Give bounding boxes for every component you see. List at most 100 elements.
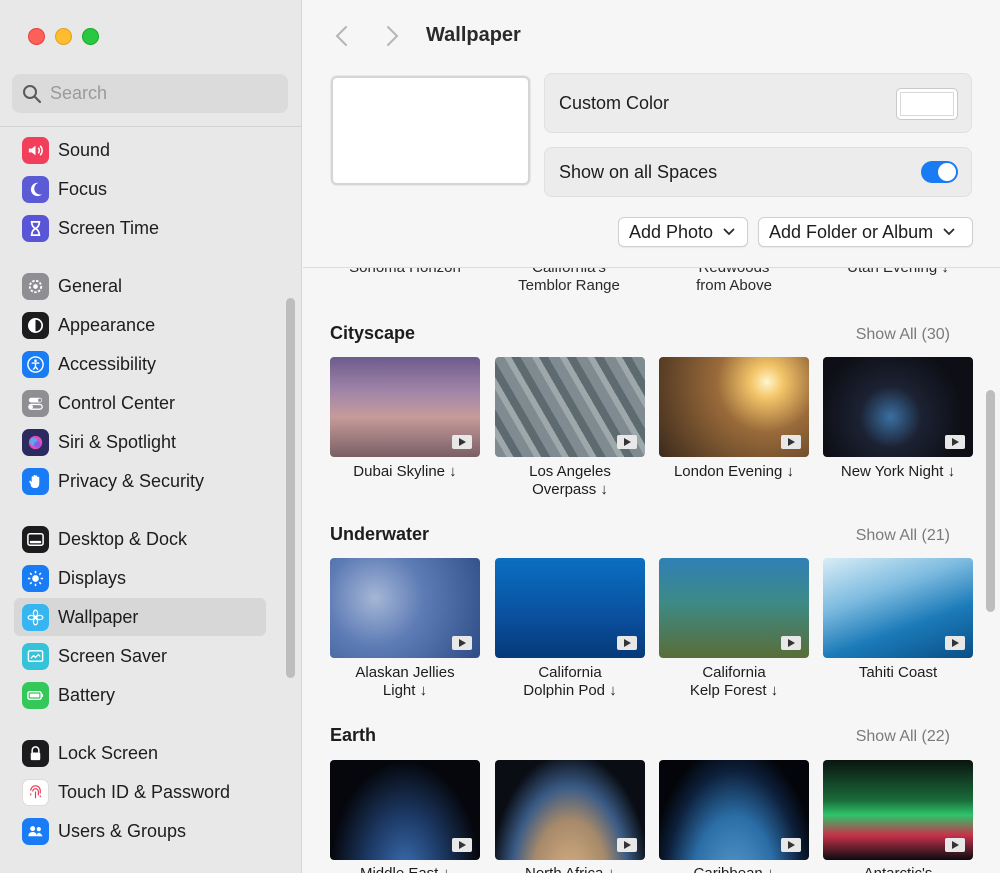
sidebar-item-lock-screen[interactable]: Lock Screen	[14, 734, 266, 772]
tile-caption[interactable]: California's Temblor Range	[494, 268, 644, 295]
battery-icon	[22, 681, 49, 709]
wallpaper-tile-caribbean[interactable]	[659, 760, 809, 860]
sidebar-divider	[0, 126, 302, 127]
wallpaper-tile-antarctic[interactable]	[823, 760, 973, 860]
search-icon	[23, 84, 42, 103]
section-title-earth: Earth	[330, 725, 377, 745]
minimize-window-button[interactable]	[55, 28, 72, 45]
add-folder-album-label: Add Folder or Album	[769, 221, 934, 242]
search-field[interactable]	[12, 74, 288, 113]
sidebar-item-privacy-security[interactable]: Privacy & Security	[14, 462, 266, 500]
sidebar-item-screen-time[interactable]: Screen Time	[14, 209, 266, 247]
zoom-window-button[interactable]	[82, 28, 99, 45]
sidebar-item-focus[interactable]: Focus	[14, 170, 266, 208]
search-input[interactable]	[50, 83, 270, 104]
tile-caption: Los Angeles Overpass ↓	[529, 463, 611, 498]
video-badge-icon	[945, 636, 965, 650]
video-badge-icon	[617, 636, 637, 650]
sun-icon	[22, 564, 49, 592]
wallpaper-tile-london-evening[interactable]	[659, 357, 809, 457]
sidebar-item-siri-spotlight[interactable]: Siri & Spotlight	[14, 423, 266, 461]
add-photo-button[interactable]: Add Photo	[618, 217, 748, 247]
wallpaper-tile-alaskan-jellies[interactable]	[330, 558, 480, 658]
wallpaper-tile-new-york-night[interactable]	[823, 357, 973, 457]
sidebar-item-wallpaper[interactable]: Wallpaper	[14, 598, 266, 636]
hand-icon	[22, 467, 49, 495]
fingerprint-icon	[22, 778, 49, 806]
chevron-left-icon	[335, 26, 347, 46]
section-title-underwater: Underwater	[330, 524, 430, 544]
show-all-underwater-button[interactable]: Show All (21)	[856, 527, 950, 545]
sidebar-item-control-center[interactable]: Control Center	[14, 384, 266, 422]
tile-caption: Antarctic's	[823, 865, 973, 873]
video-badge-icon	[617, 838, 637, 852]
chevron-down-icon	[723, 228, 735, 236]
sidebar-item-label: Desktop & Dock	[58, 528, 188, 549]
video-badge-icon	[945, 838, 965, 852]
sidebar-item-label: Battery	[58, 684, 116, 705]
moon-icon	[22, 175, 49, 203]
wallpaper-tile-dolphin-pod[interactable]	[495, 558, 645, 658]
users-icon	[22, 817, 49, 845]
show-all-earth-button[interactable]: Show All (22)	[856, 728, 950, 746]
sidebar-item-label: Wallpaper	[58, 606, 139, 627]
video-badge-icon	[452, 838, 472, 852]
wallpaper-tile-kelp-forest[interactable]	[659, 558, 809, 658]
sidebar-item-label: Touch ID & Password	[58, 781, 231, 802]
add-photo-label: Add Photo	[629, 221, 714, 242]
tile-caption[interactable]: Redwoods from Above	[659, 268, 809, 295]
sidebar-item-label: Control Center	[58, 392, 176, 413]
video-badge-icon	[781, 838, 801, 852]
flower-icon	[22, 603, 49, 631]
forward-button[interactable]	[380, 24, 404, 48]
color-well-button[interactable]	[896, 88, 958, 120]
back-button[interactable]	[330, 24, 354, 48]
tile-caption: Dubai Skyline ↓	[353, 463, 457, 480]
wallpaper-tile-middle-east[interactable]	[330, 760, 480, 860]
sidebar-item-label: Privacy & Security	[58, 470, 205, 491]
close-window-button[interactable]	[28, 28, 45, 45]
sidebar-item-label: Focus	[58, 178, 108, 199]
show-all-cityscape-button[interactable]: Show All (30)	[856, 326, 950, 344]
dock-icon	[22, 525, 49, 553]
sidebar-item-desktop-dock[interactable]: Desktop & Dock	[14, 520, 266, 558]
main-pane: Wallpaper Custom Color Show on all Space…	[303, 0, 1000, 873]
sidebar-item-screen-saver[interactable]: Screen Saver	[14, 637, 266, 675]
window-controls	[28, 28, 99, 45]
sidebar-item-label: Displays	[58, 567, 127, 588]
add-folder-album-button[interactable]: Add Folder or Album	[758, 217, 973, 247]
sidebar-item-users-groups[interactable]: Users & Groups	[14, 812, 266, 850]
sidebar-item-label: Users & Groups	[58, 820, 187, 841]
wallpaper-tile-dubai-skyline[interactable]	[330, 357, 480, 457]
sidebar-item-label: Siri & Spotlight	[58, 431, 177, 452]
custom-color-label: Custom Color	[559, 92, 670, 113]
wallpaper-tile-north-africa[interactable]	[495, 760, 645, 860]
speaker-icon	[22, 136, 49, 164]
screensaver-icon	[22, 642, 49, 670]
sidebar-item-touch-id[interactable]: Touch ID & Password	[14, 773, 266, 811]
chevron-down-icon	[943, 228, 955, 236]
sidebar-item-displays[interactable]: Displays	[14, 559, 266, 597]
sidebar-item-battery[interactable]: Battery	[14, 676, 266, 714]
tile-caption: Alaskan Jellies Light ↓	[355, 664, 455, 699]
tile-caption[interactable]: Sonoma Horizon	[330, 268, 480, 277]
sidebar-item-sound[interactable]: Sound	[14, 131, 266, 169]
partial-landscape-row: Sonoma Horizon California's Temblor Rang…	[330, 268, 980, 299]
sidebar-item-appearance[interactable]: Appearance	[14, 306, 266, 344]
wallpaper-tile-la-overpass[interactable]	[495, 357, 645, 457]
sidebar-item-label: Appearance	[58, 314, 156, 335]
gear-icon	[22, 272, 49, 300]
settings-window: Sound Focus Screen Time General Appearan…	[0, 0, 1000, 873]
wallpaper-tile-tahiti-coast[interactable]	[823, 558, 973, 658]
show-on-all-spaces-toggle[interactable]	[921, 161, 958, 183]
video-badge-icon	[452, 435, 472, 449]
video-badge-icon	[452, 636, 472, 650]
sidebar-item-general[interactable]: General	[14, 267, 266, 305]
wallpaper-gallery[interactable]: Sonoma Horizon California's Temblor Rang…	[303, 268, 1000, 873]
tile-caption[interactable]: Utah Evening ↓	[823, 268, 973, 277]
sidebar-scrollbar[interactable]	[286, 298, 295, 678]
sidebar-item-label: Sound	[58, 139, 111, 160]
gallery-scrollbar[interactable]	[986, 390, 995, 612]
wallpaper-header: Wallpaper Custom Color Show on all Space…	[303, 0, 1000, 268]
sidebar-item-accessibility[interactable]: Accessibility	[14, 345, 266, 383]
